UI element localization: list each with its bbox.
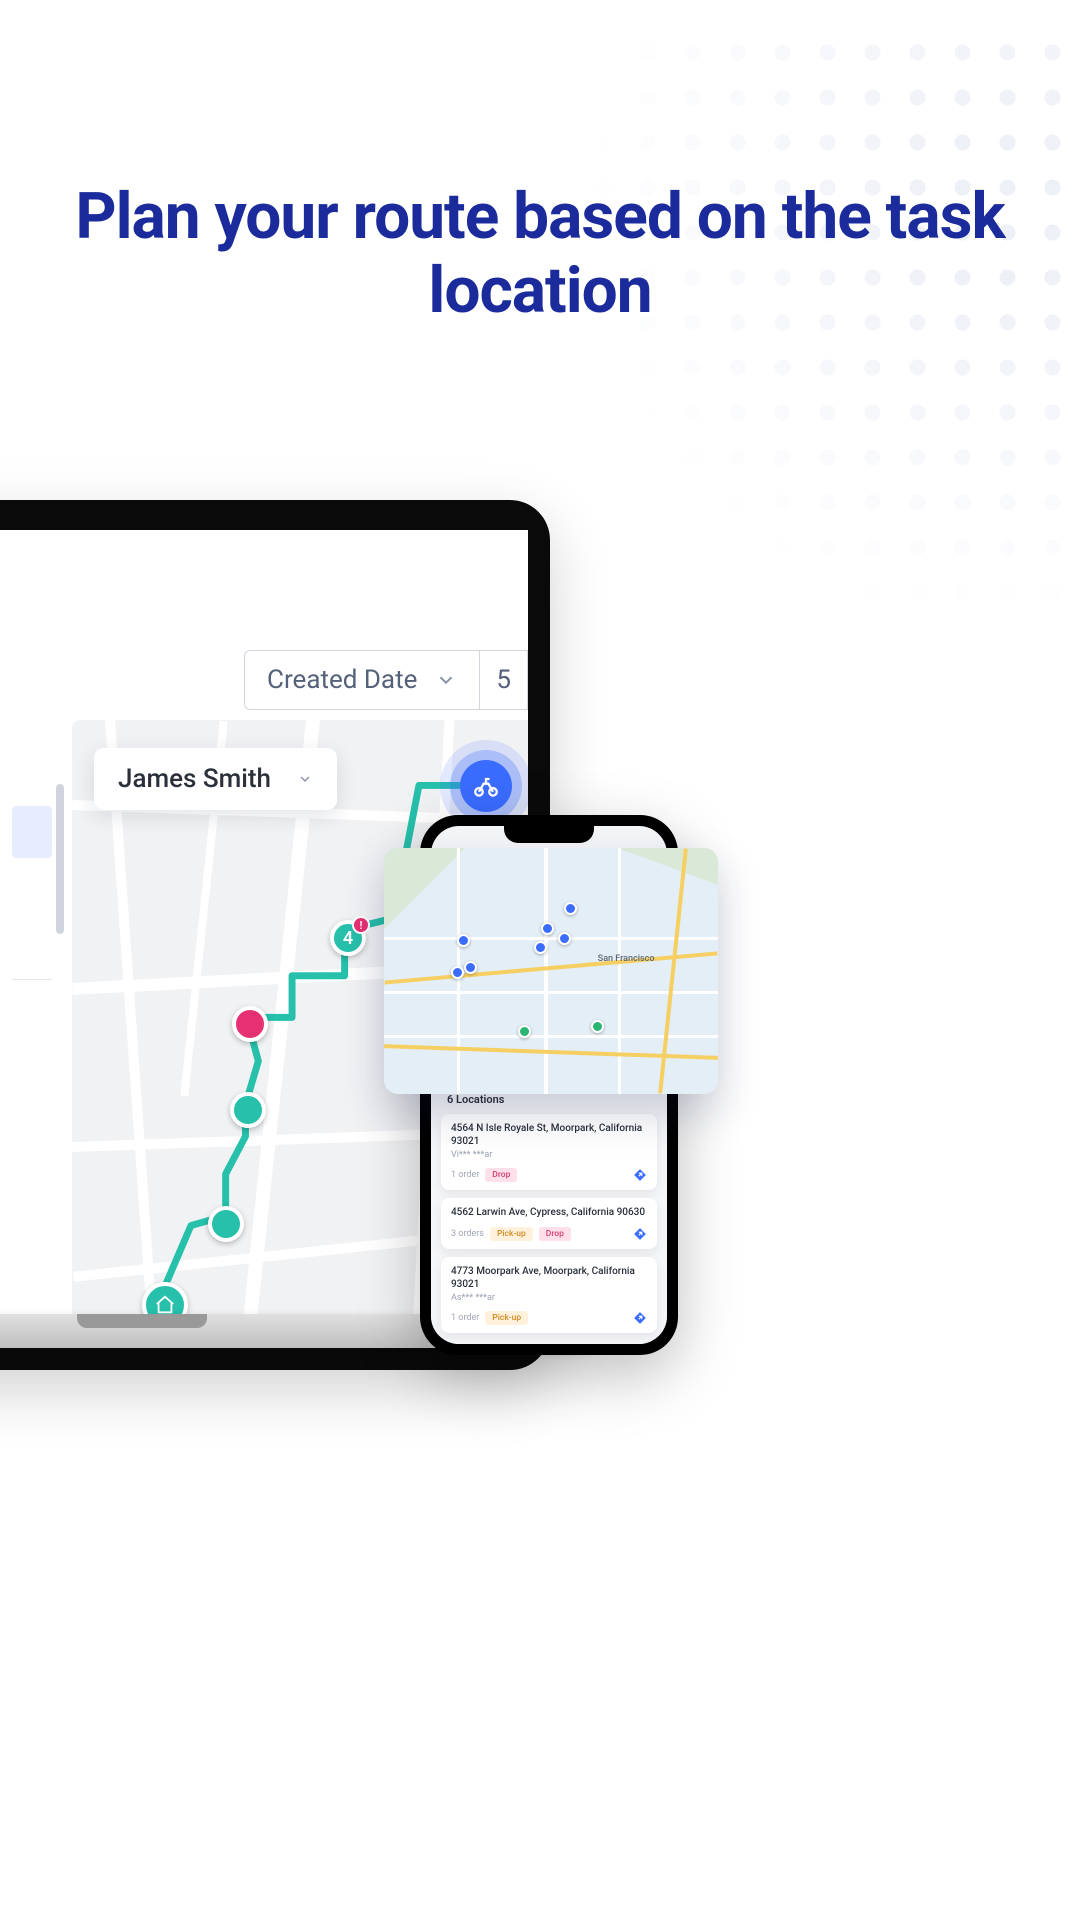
phone-notch: [504, 825, 594, 843]
directions-icon[interactable]: [633, 1227, 647, 1241]
location-orders: 1 order: [451, 1170, 479, 1180]
tag-pickup: Pick-up: [485, 1311, 528, 1325]
date-filter-select[interactable]: Created Date: [244, 650, 479, 710]
location-orders: 1 order: [451, 1313, 479, 1323]
date-filter-count[interactable]: 5: [479, 650, 528, 710]
location-card[interactable]: 4564 N Isle Royale St, Moorpark, Califor…: [441, 1114, 657, 1190]
chevron-down-icon: [435, 669, 457, 691]
location-address: 4773 Moorpark Ave, Moorpark, California …: [451, 1265, 647, 1291]
page-headline: Plan your route based on the task locati…: [54, 180, 1026, 327]
location-address: 4562 Larwin Ave, Cypress, California 906…: [451, 1206, 647, 1219]
date-filter[interactable]: Created Date 5: [244, 650, 528, 710]
sidebar-selected-row[interactable]: [12, 806, 52, 858]
driver-select[interactable]: James Smith: [94, 748, 337, 810]
alert-badge-icon: !: [352, 916, 370, 934]
bicycle-icon: [472, 772, 500, 800]
sidebar-scrollbar[interactable]: [56, 784, 64, 934]
map-pin[interactable]: [541, 922, 554, 935]
chevron-down-icon: [297, 771, 313, 787]
home-icon: [154, 1294, 176, 1316]
map-pin-park: [518, 1025, 531, 1038]
location-masked-name: Vi*** ***ar: [451, 1150, 647, 1160]
directions-icon[interactable]: [633, 1311, 647, 1325]
route-point-numbered[interactable]: 4 !: [330, 920, 366, 956]
route-point-alert[interactable]: [232, 1006, 268, 1042]
route-point[interactable]: [208, 1206, 244, 1242]
locations-list[interactable]: 6 Locations 4564 N Isle Royale St, Moorp…: [431, 1081, 667, 1344]
location-orders: 3 orders: [451, 1229, 484, 1239]
directions-icon[interactable]: [633, 1168, 647, 1182]
map-pin[interactable]: [558, 932, 571, 945]
tag-drop: Drop: [539, 1227, 571, 1241]
location-address: 4564 N Isle Royale St, Moorpark, Califor…: [451, 1122, 647, 1148]
courier-marker[interactable]: [460, 760, 512, 812]
sidebar-stub: [12, 720, 64, 1280]
floating-map-card[interactable]: San Francisco: [384, 848, 718, 1094]
date-filter-label: Created Date: [267, 665, 417, 695]
tag-drop: Drop: [485, 1168, 517, 1182]
tag-pickup: Pick-up: [490, 1227, 533, 1241]
route-point[interactable]: [230, 1092, 266, 1128]
map-city-label: San Francisco: [598, 954, 655, 964]
map-pin[interactable]: [451, 966, 464, 979]
sidebar-divider: [12, 979, 52, 980]
decorative-dots: [580, 30, 1080, 630]
location-card[interactable]: 4562 Larwin Ave, Cypress, California 906…: [441, 1198, 657, 1249]
driver-name: James Smith: [118, 764, 271, 794]
location-masked-name: As*** ***ar: [451, 1293, 647, 1303]
location-card[interactable]: 4773 Moorpark Ave, Moorpark, California …: [441, 1257, 657, 1333]
